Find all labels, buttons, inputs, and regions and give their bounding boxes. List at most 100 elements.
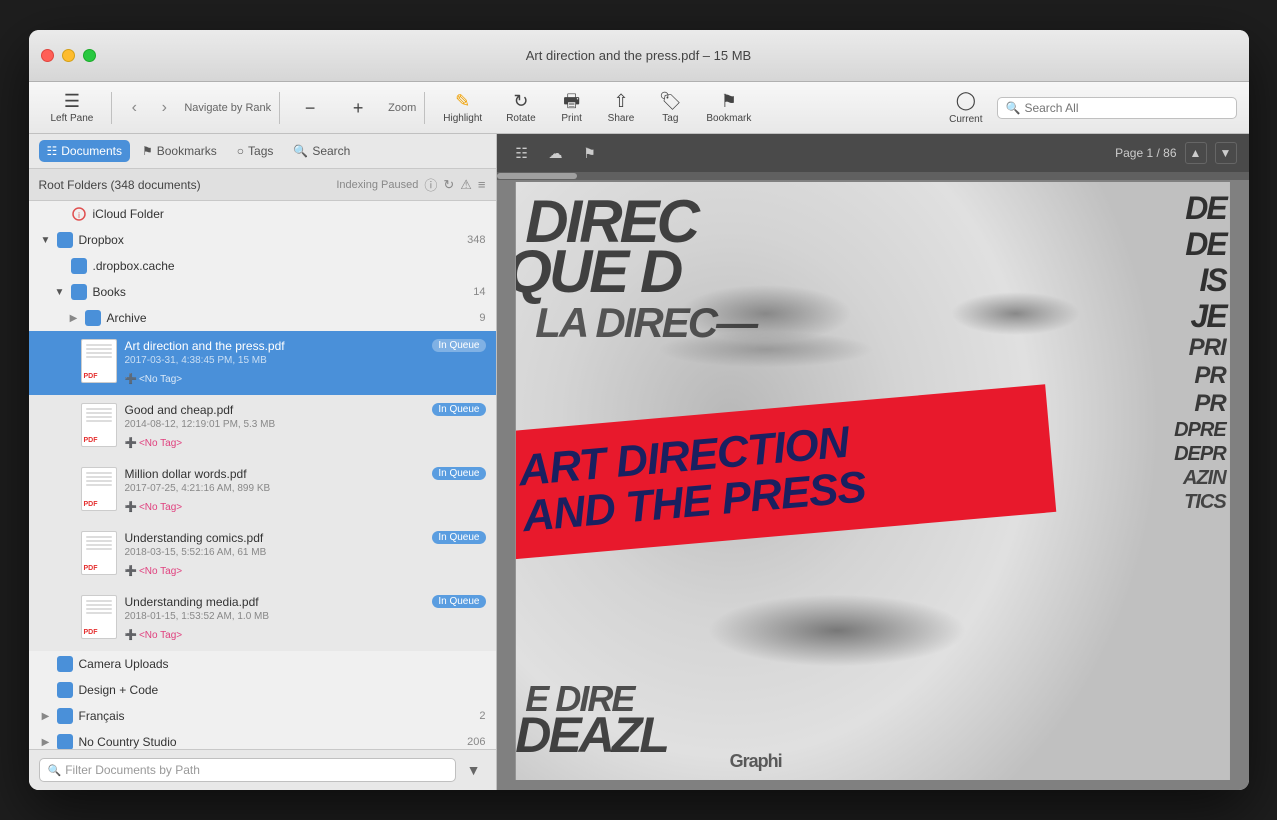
- sidebar-item-dropbox[interactable]: ▼ Dropbox 348: [29, 227, 496, 253]
- viewer-cloud-icon[interactable]: ☁: [543, 140, 569, 166]
- search-icon: 🔍: [1006, 101, 1021, 115]
- pdf-info-good-cheap: Good and cheap.pdf 2014-08-12, 12:19:01 …: [125, 403, 433, 451]
- left-pane-button[interactable]: ☰ Left Pane: [41, 88, 104, 128]
- warning-icon[interactable]: ⚠: [460, 177, 472, 193]
- prev-page-button[interactable]: ▲: [1185, 142, 1207, 164]
- design-code-icon: [57, 682, 73, 698]
- in-queue-badge-1: In Queue: [432, 403, 485, 416]
- main-area: ☷ Documents ⚑ Bookmarks ○ Tags 🔍 Search: [29, 134, 1249, 790]
- pdf-thumb-art-direction: PDF: [81, 339, 117, 383]
- pdf-item-million-dollar[interactable]: PDF Million dollar words.pdf 2017-07-25,…: [29, 459, 496, 523]
- bookmarks-tab-icon: ⚑: [142, 144, 153, 158]
- navigate-forward-button[interactable]: ›: [150, 94, 178, 122]
- highlight-icon: ✎: [455, 92, 470, 110]
- tags-tab-icon: ○: [237, 144, 244, 158]
- share-icon: ⇧: [613, 92, 628, 110]
- bookmark-icon: ⚑: [721, 92, 737, 110]
- bookmark-button[interactable]: ⚑ Bookmark: [696, 88, 761, 128]
- navigate-controls: ‹ › Navigate by Rank: [120, 94, 271, 122]
- menu-icon[interactable]: ≡: [478, 177, 486, 192]
- viewer-toolbar: ☷ ☁ ⚑ Page 1 / 86 ▲ ▼: [497, 134, 1249, 172]
- pdf-page: DIREC QUE D LA DIREC— E DIRE DEAZL ART D…: [515, 182, 1229, 780]
- zoom-out-icon: −: [305, 99, 316, 117]
- disclosure-dropbox: ▼: [39, 233, 53, 247]
- scrollbar-thumb[interactable]: [497, 173, 577, 179]
- main-toolbar: ☰ Left Pane ‹ › Navigate by Rank − + Zoo…: [29, 82, 1249, 134]
- zoom-in-button[interactable]: +: [336, 95, 380, 121]
- sidebar-item-design-code[interactable]: Design + Code: [29, 677, 496, 703]
- sidebar-item-camera-uploads[interactable]: Camera Uploads: [29, 651, 496, 677]
- dropbox-folder-icon: [57, 232, 73, 248]
- no-country-icon: [57, 734, 73, 749]
- app-window: Art direction and the press.pdf – 15 MB …: [29, 30, 1249, 790]
- search-tab-icon: 🔍: [293, 144, 308, 158]
- cover-background: DIREC QUE D LA DIREC— E DIRE DEAZL ART D…: [515, 182, 1229, 780]
- pdf-thumb-good-cheap: PDF: [81, 403, 117, 447]
- search-input[interactable]: [1024, 101, 1227, 115]
- svg-text:i: i: [78, 211, 80, 220]
- root-header: Root Folders (348 documents) Indexing Pa…: [29, 169, 496, 201]
- toolbar-separator-3: [424, 92, 425, 124]
- sidebar-item-dropbox-cache[interactable]: .dropbox.cache: [29, 253, 496, 279]
- pdf-info-million-dollar: Million dollar words.pdf 2017-07-25, 4:2…: [125, 467, 433, 515]
- disclosure-francais: ▶: [39, 709, 53, 723]
- disclosure-icloud: [53, 207, 67, 221]
- info-icon[interactable]: ⓘ: [424, 175, 437, 194]
- viewer-bookmark-icon[interactable]: ⚑: [577, 140, 603, 166]
- zoom-in-icon: +: [353, 99, 364, 117]
- search-bar[interactable]: 🔍: [997, 97, 1237, 119]
- filter-options-button[interactable]: ▼: [462, 758, 486, 782]
- pdf-item-understanding-comics[interactable]: PDF Understanding comics.pdf 2018-03-15,…: [29, 523, 496, 587]
- titlebar: Art direction and the press.pdf – 15 MB: [29, 30, 1249, 82]
- sidebar-item-archive[interactable]: ▶ Archive 9: [29, 305, 496, 331]
- pdf-thumb-understanding-media: PDF: [81, 595, 117, 639]
- tag-button[interactable]: 🏷 Tag: [648, 88, 692, 128]
- traffic-lights: [41, 49, 96, 62]
- pdf-item-good-cheap[interactable]: PDF Good and cheap.pdf 2014-08-12, 12:19…: [29, 395, 496, 459]
- disclosure-design: [39, 683, 53, 697]
- highlight-button[interactable]: ✎ Highlight: [433, 88, 492, 128]
- tag-plus-icon-3: ➕: [125, 566, 137, 577]
- disclosure-camera: [39, 657, 53, 671]
- sidebar-item-francais[interactable]: ▶ Français 2: [29, 703, 496, 729]
- pdf-item-understanding-media[interactable]: PDF Understanding media.pdf 2018-01-15, …: [29, 587, 496, 651]
- zoom-out-button[interactable]: −: [288, 95, 332, 121]
- tab-search[interactable]: 🔍 Search: [285, 140, 358, 162]
- rotate-button[interactable]: ↻ Rotate: [496, 88, 545, 128]
- tag-plus-icon: ➕: [125, 374, 137, 385]
- refresh-icon[interactable]: ↻: [443, 177, 454, 193]
- pdf-item-art-direction[interactable]: PDF Art direction and the press.pdf 2017…: [29, 331, 496, 395]
- archive-icon: [85, 310, 101, 326]
- icloud-icon: i: [71, 206, 87, 222]
- minimize-button[interactable]: [62, 49, 75, 62]
- close-button[interactable]: [41, 49, 54, 62]
- horizontal-scrollbar[interactable]: [497, 172, 1249, 180]
- current-icon: ◯: [956, 90, 976, 111]
- sidebar-tabs: ☷ Documents ⚑ Bookmarks ○ Tags 🔍 Search: [29, 134, 496, 169]
- navigate-back-button[interactable]: ‹: [120, 94, 148, 122]
- tag-plus-icon-2: ➕: [125, 502, 137, 513]
- tab-documents[interactable]: ☷ Documents: [39, 140, 130, 162]
- in-queue-badge-0: In Queue: [432, 339, 485, 352]
- share-button[interactable]: ⇧ Share: [598, 88, 645, 128]
- maximize-button[interactable]: [83, 49, 96, 62]
- camera-uploads-icon: [57, 656, 73, 672]
- sidebar-item-books[interactable]: ▼ Books 14: [29, 279, 496, 305]
- print-button[interactable]: 🖶 Print: [550, 88, 594, 128]
- pdf-info-art-direction: Art direction and the press.pdf 2017-03-…: [125, 339, 433, 387]
- next-page-button[interactable]: ▼: [1215, 142, 1237, 164]
- filter-input-container[interactable]: 🔍 Filter Documents by Path: [39, 758, 456, 782]
- current-button[interactable]: ◯ Current: [939, 86, 992, 129]
- page-indicator: Page 1 / 86: [1115, 146, 1176, 160]
- sidebar-item-icloud[interactable]: i iCloud Folder: [29, 201, 496, 227]
- sidebar-item-no-country-studio[interactable]: ▶ No Country Studio 206: [29, 729, 496, 749]
- viewer-folder-icon[interactable]: ☷: [509, 140, 535, 166]
- tab-bookmarks[interactable]: ⚑ Bookmarks: [134, 140, 225, 162]
- pdf-content[interactable]: DIREC QUE D LA DIREC— E DIRE DEAZL ART D…: [497, 172, 1249, 790]
- in-queue-badge-4: In Queue: [432, 595, 485, 608]
- disclosure-no-country: ▶: [39, 735, 53, 749]
- tab-tags[interactable]: ○ Tags: [229, 140, 282, 162]
- pdf-info-understanding-comics: Understanding comics.pdf 2018-03-15, 5:5…: [125, 531, 433, 579]
- francais-icon: [57, 708, 73, 724]
- root-header-actions: Indexing Paused ⓘ ↻ ⚠ ≡: [336, 175, 485, 194]
